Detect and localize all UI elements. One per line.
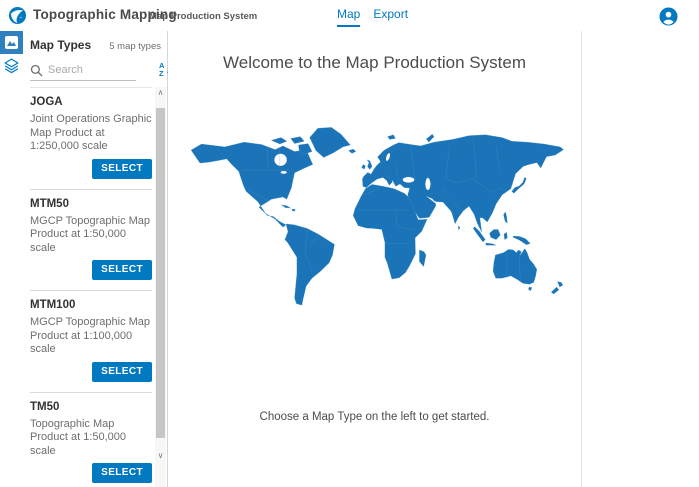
list-item-joga: JOGA Joint Operations Graphic Map Produc… bbox=[30, 88, 152, 190]
item-description: Topographic Map Product at 1:50,000 scal… bbox=[30, 418, 152, 459]
header-tabs: Map Export bbox=[337, 7, 408, 27]
scrollbar-thumb[interactable] bbox=[156, 108, 165, 438]
scroll-up-icon[interactable]: ∧ bbox=[155, 87, 166, 99]
map-types-panel-header: Map Types 5 map types bbox=[30, 38, 161, 52]
select-button-mtm100[interactable]: SELECT bbox=[92, 362, 152, 382]
instruction-text: Choose a Map Type on the left to get sta… bbox=[168, 411, 581, 423]
list-item-mtm50: MTM50 MGCP Topographic Map Product at 1:… bbox=[30, 190, 152, 292]
list-item-mtm100: MTM100 MGCP Topographic Map Product at 1… bbox=[30, 291, 152, 393]
tab-map[interactable]: Map bbox=[337, 7, 360, 27]
select-button-mtm50[interactable]: SELECT bbox=[92, 260, 152, 280]
app-header: Topographic Mapping Map Production Syste… bbox=[0, 0, 699, 31]
sidebar-scrollbar[interactable]: ∧ ∨ bbox=[155, 87, 166, 487]
map-types-panel: Map Types 5 map types A Z ↓ JOGA Joint O… bbox=[23, 31, 168, 487]
item-description: MGCP Topographic Map Product at 1:50,000… bbox=[30, 215, 152, 256]
world-map-image bbox=[186, 125, 564, 307]
app-logo-globe-icon bbox=[8, 6, 27, 25]
item-description: Joint Operations Graphic Map Product at … bbox=[30, 113, 152, 154]
layers-icon bbox=[3, 57, 20, 74]
select-button-joga[interactable]: SELECT bbox=[92, 159, 152, 179]
map-types-tool-button[interactable] bbox=[0, 31, 23, 54]
select-button-tm50[interactable]: SELECT bbox=[92, 463, 152, 483]
widget-toolstrip bbox=[0, 31, 23, 487]
item-title: MTM100 bbox=[30, 299, 152, 311]
item-title: JOGA bbox=[30, 96, 152, 108]
scroll-down-icon[interactable]: ∨ bbox=[155, 450, 166, 462]
layers-tool-button[interactable] bbox=[0, 54, 23, 77]
map-type-list: JOGA Joint Operations Graphic Map Produc… bbox=[30, 87, 152, 487]
search-icon bbox=[30, 64, 43, 77]
search-input[interactable] bbox=[48, 64, 132, 76]
list-item-tm50: TM50 Topographic Map Product at 1:50,000… bbox=[30, 393, 152, 487]
search-row: A Z ↓ bbox=[30, 60, 161, 82]
item-description: MGCP Topographic Map Product at 1:100,00… bbox=[30, 316, 152, 357]
item-title: MTM50 bbox=[30, 198, 152, 210]
welcome-heading: Welcome to the Map Production System bbox=[168, 53, 581, 73]
app-subtitle: Map Production System bbox=[149, 11, 257, 22]
item-title: TM50 bbox=[30, 401, 152, 413]
panel-title: Map Types bbox=[30, 38, 91, 52]
main-panel: Welcome to the Map Production System bbox=[168, 31, 582, 487]
account-icon[interactable] bbox=[659, 7, 678, 26]
tab-export[interactable]: Export bbox=[373, 7, 408, 27]
sort-letter-z: Z bbox=[159, 70, 164, 78]
world-map bbox=[186, 125, 564, 307]
search-box bbox=[30, 60, 136, 81]
map-types-count: 5 map types bbox=[109, 41, 161, 52]
map-tool-icon bbox=[4, 35, 19, 50]
